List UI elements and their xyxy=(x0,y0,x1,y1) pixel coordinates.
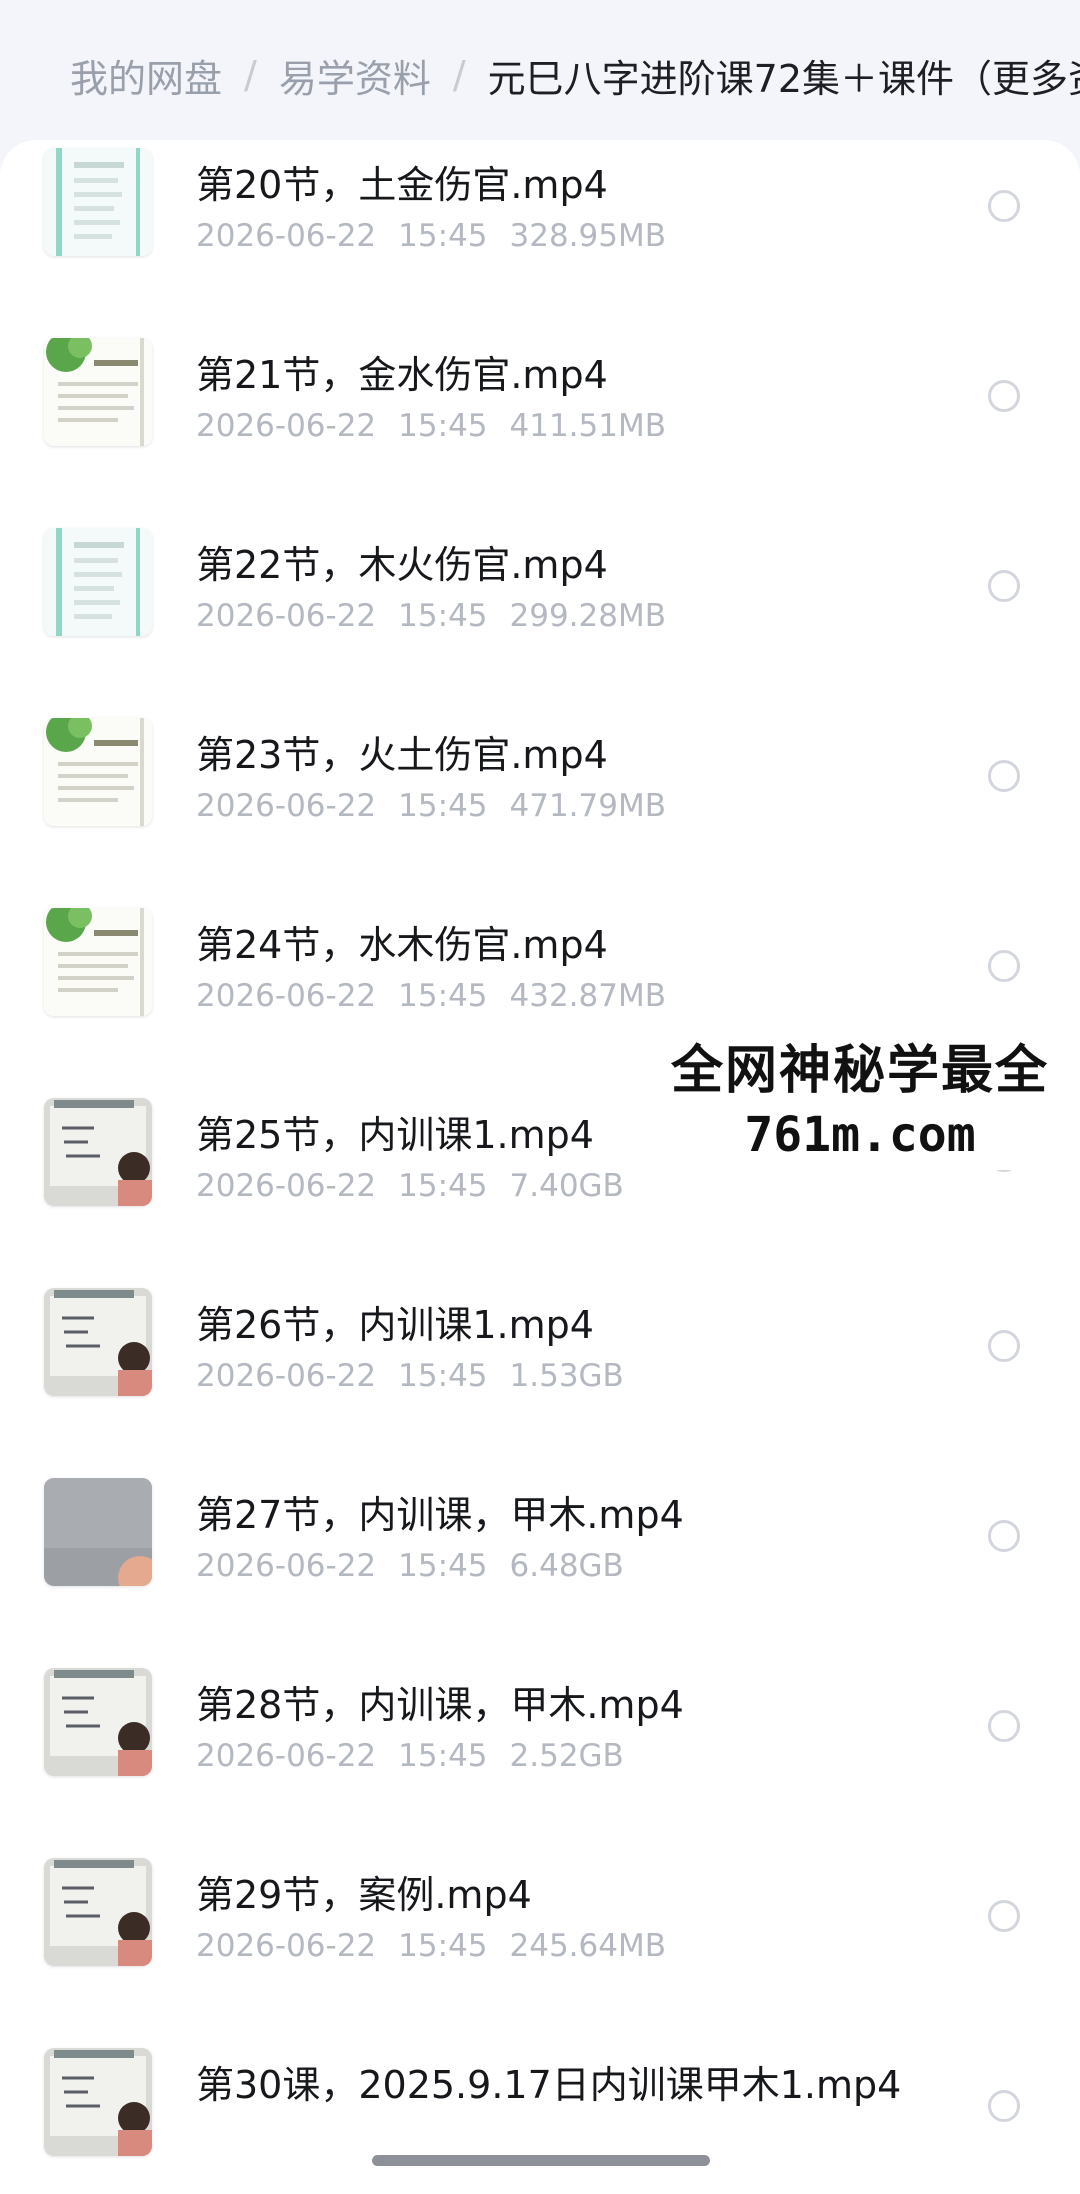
file-name: 第30课，2025.9.17日内训课甲木1.mp4 xyxy=(196,2063,902,2107)
whiteboard-video-icon xyxy=(44,1098,152,1206)
whiteboard-video-icon xyxy=(44,2048,152,2156)
file-time: 15:45 xyxy=(398,1168,488,1204)
file-date: 2026-06-22 xyxy=(196,978,377,1014)
file-date: 2026-06-22 xyxy=(196,1168,377,1204)
file-date: 2026-06-22 xyxy=(196,1548,377,1584)
file-name: 第27节，内训课，甲木.mp4 xyxy=(196,1493,684,1537)
file-size: 328.95MB xyxy=(509,218,666,254)
list-item[interactable]: 第26节，内训课1.mp4 2026-06-22 15:45 1.53GB xyxy=(0,1276,1080,1466)
file-time: 15:45 xyxy=(398,788,488,824)
list-item[interactable]: 第30课，2025.9.17日内训课甲木1.mp4 xyxy=(0,2036,1080,2194)
file-name: 第22节，木火伤官.mp4 xyxy=(196,543,608,587)
file-time: 15:45 xyxy=(398,978,488,1014)
select-radio[interactable] xyxy=(988,2090,1020,2122)
file-name: 第23节，火土伤官.mp4 xyxy=(196,733,608,777)
lotus-slide-icon xyxy=(44,718,152,826)
file-time: 15:45 xyxy=(398,1738,488,1774)
watermark-url: 761m.com xyxy=(744,1107,976,1163)
file-time: 15:45 xyxy=(398,598,488,634)
file-meta: 2026-06-22 15:45 6.48GB xyxy=(196,1548,646,1584)
file-size: 432.87MB xyxy=(509,978,666,1014)
select-radio[interactable] xyxy=(988,760,1020,792)
select-radio[interactable] xyxy=(988,950,1020,982)
watermark: 全网神秘学最全 761m.com xyxy=(640,1020,1080,1170)
select-radio[interactable] xyxy=(988,1330,1020,1362)
file-date: 2026-06-22 xyxy=(196,1358,377,1394)
list-item[interactable]: 第28节，内训课，甲木.mp4 2026-06-22 15:45 2.52GB xyxy=(0,1656,1080,1846)
select-radio[interactable] xyxy=(988,380,1020,412)
file-meta: 2026-06-22 15:45 411.51MB xyxy=(196,408,688,444)
breadcrumb: 我的网盘 / 易学资料 / 元巳八字进阶课72集＋课件（更多资 xyxy=(0,0,1080,150)
whiteboard-video-icon xyxy=(44,1288,152,1396)
whiteboard-video-icon xyxy=(44,1668,152,1776)
file-size: 6.48GB xyxy=(509,1548,624,1584)
breadcrumb-separator: / xyxy=(244,53,257,97)
file-meta: 2026-06-22 15:45 245.64MB xyxy=(196,1928,688,1964)
file-meta: 2026-06-22 15:45 1.53GB xyxy=(196,1358,646,1394)
file-date: 2026-06-22 xyxy=(196,408,377,444)
file-name: 第24节，水木伤官.mp4 xyxy=(196,923,608,967)
file-date: 2026-06-22 xyxy=(196,1738,377,1774)
file-date: 2026-06-22 xyxy=(196,1928,377,1964)
file-time: 15:45 xyxy=(398,1928,488,1964)
file-meta: 2026-06-22 15:45 471.79MB xyxy=(196,788,688,824)
file-meta: 2026-06-22 15:45 2.52GB xyxy=(196,1738,646,1774)
file-date: 2026-06-22 xyxy=(196,598,377,634)
breadcrumb-current-folder: 元巳八字进阶课72集＋课件（更多资 xyxy=(487,56,1080,101)
select-radio[interactable] xyxy=(988,1900,1020,1932)
file-meta: 2026-06-22 15:45 432.87MB xyxy=(196,978,688,1014)
file-name: 第29节，案例.mp4 xyxy=(196,1873,532,1917)
list-item[interactable]: 第22节，木火伤官.mp4 2026-06-22 15:45 299.28MB xyxy=(0,516,1080,706)
file-name: 第28节，内训课，甲木.mp4 xyxy=(196,1683,684,1727)
file-time: 15:45 xyxy=(398,408,488,444)
list-item[interactable]: 第29节，案例.mp4 2026-06-22 15:45 245.64MB xyxy=(0,1846,1080,2036)
select-radio[interactable] xyxy=(988,1520,1020,1552)
file-date: 2026-06-22 xyxy=(196,218,377,254)
whiteboard-video-icon xyxy=(44,1858,152,1966)
file-size: 245.64MB xyxy=(509,1928,666,1964)
select-radio[interactable] xyxy=(988,1710,1020,1742)
file-meta: 2026-06-22 15:45 299.28MB xyxy=(196,598,688,634)
file-size: 2.52GB xyxy=(509,1738,624,1774)
gray-video-icon xyxy=(44,1478,152,1586)
list-item[interactable]: 第20节，土金伤官.mp4 2026-06-22 15:45 328.95MB xyxy=(0,140,1080,326)
file-size: 471.79MB xyxy=(509,788,666,824)
list-item[interactable]: 第23节，火土伤官.mp4 2026-06-22 15:45 471.79MB xyxy=(0,706,1080,896)
select-radio[interactable] xyxy=(988,570,1020,602)
select-radio[interactable] xyxy=(988,190,1020,222)
file-size: 1.53GB xyxy=(509,1358,624,1394)
file-size: 7.40GB xyxy=(509,1168,624,1204)
breadcrumb-folder[interactable]: 易学资料 xyxy=(279,48,431,103)
file-time: 15:45 xyxy=(398,218,488,254)
watermark-text: 全网神秘学最全 xyxy=(670,1041,1049,1101)
file-time: 15:45 xyxy=(398,1358,488,1394)
file-time: 15:45 xyxy=(398,1548,488,1584)
file-name: 第26节，内训课1.mp4 xyxy=(196,1303,594,1347)
file-size: 411.51MB xyxy=(509,408,666,444)
file-name: 第21节，金水伤官.mp4 xyxy=(196,353,608,397)
file-name: 第20节，土金伤官.mp4 xyxy=(196,163,608,207)
list-item[interactable]: 第21节，金水伤官.mp4 2026-06-22 15:45 411.51MB xyxy=(0,326,1080,516)
home-indicator[interactable] xyxy=(372,2155,710,2166)
list-item[interactable]: 第27节，内训课，甲木.mp4 2026-06-22 15:45 6.48GB xyxy=(0,1466,1080,1656)
file-meta: 2026-06-22 15:45 7.40GB xyxy=(196,1168,646,1204)
file-date: 2026-06-22 xyxy=(196,788,377,824)
slide-icon xyxy=(44,528,152,636)
lotus-slide-icon xyxy=(44,908,152,1016)
breadcrumb-my-drive[interactable]: 我的网盘 xyxy=(70,48,222,103)
file-meta: 2026-06-22 15:45 328.95MB xyxy=(196,218,688,254)
file-size: 299.28MB xyxy=(509,598,666,634)
lotus-slide-icon xyxy=(44,338,152,446)
breadcrumb-separator: / xyxy=(452,53,466,97)
file-name: 第25节，内训课1.mp4 xyxy=(196,1113,594,1157)
slide-icon xyxy=(44,148,152,256)
